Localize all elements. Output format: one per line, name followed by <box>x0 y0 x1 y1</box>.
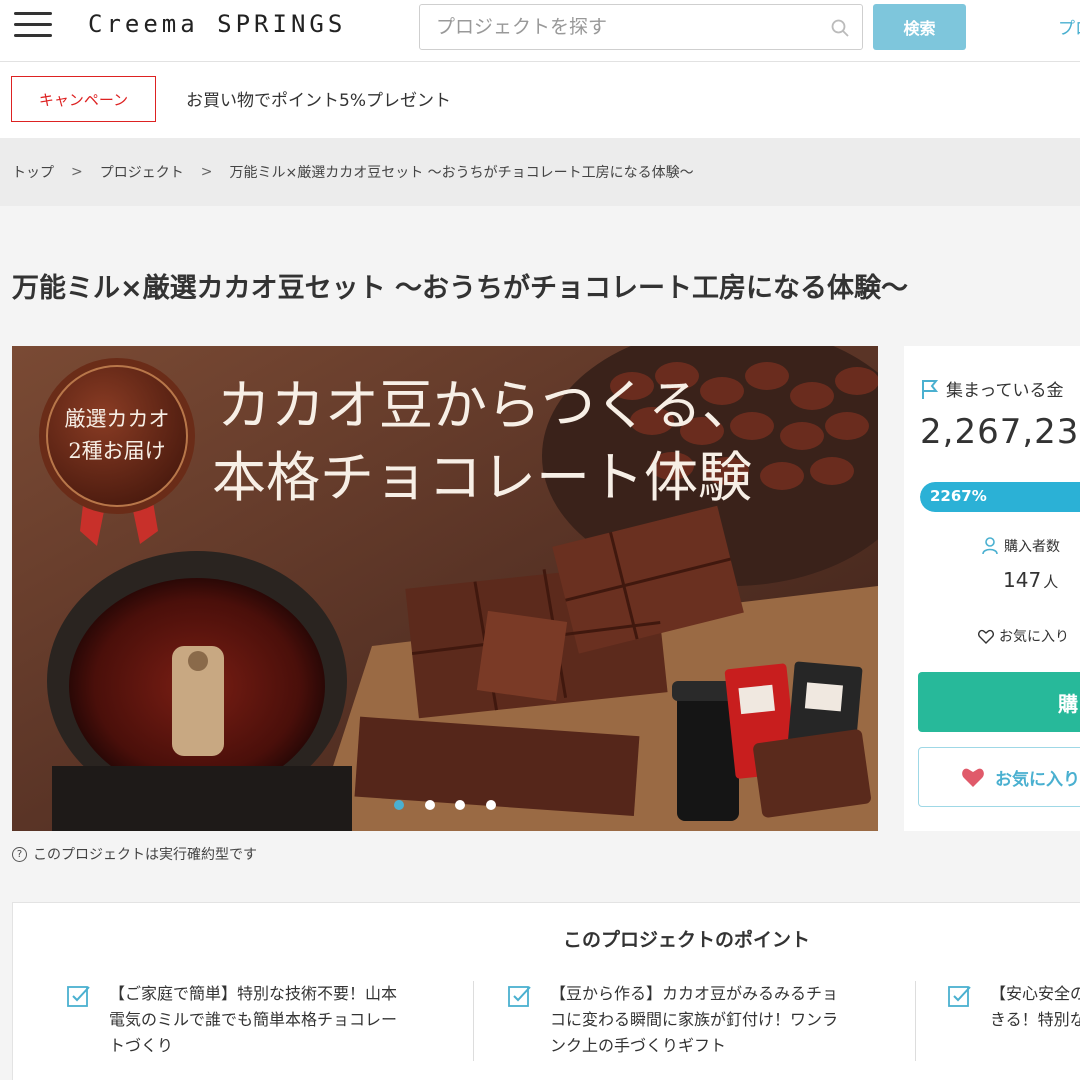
menu-icon[interactable] <box>14 12 52 42</box>
progress-bar: 2267% <box>920 482 1080 512</box>
breadcrumb-projects[interactable]: プロジェクト <box>100 162 184 182</box>
person-icon <box>982 537 998 555</box>
header: Creema SPRINGS 検索 プロ <box>0 0 1080 62</box>
hero-badge-line2: 2種お届け <box>68 439 165 463</box>
hero-headline-line1: カカオ豆からつくる、 <box>217 374 756 437</box>
checkbox-icon <box>948 986 971 1007</box>
favorite-count: お気に入り <box>978 626 1069 646</box>
carousel-dot <box>486 800 496 810</box>
buy-button[interactable]: 購 <box>918 672 1080 732</box>
buyers-label-text: 購入者数 <box>1004 539 1060 555</box>
divider <box>473 981 474 1061</box>
breadcrumb-separator: > <box>71 164 83 180</box>
checkbox-icon <box>508 986 531 1007</box>
breadcrumb-top[interactable]: トップ <box>12 162 54 182</box>
breadcrumb-separator: > <box>200 164 213 180</box>
raised-label-text: 集まっている金 <box>946 381 1064 401</box>
hero-carousel[interactable]: 厳選カカオ 2種お届け カカオ豆からつくる、 本格チョコレート体験 <box>12 346 878 831</box>
point-item: 【豆から作る】カカオ豆がみるみるチョ コに変わる瞬間に家族が釘付け！ワンラ ンク… <box>508 981 880 1059</box>
search-button[interactable]: 検索 <box>873 4 966 50</box>
project-points: このプロジェクトのポイント 【ご家庭で簡単】特別な技術不要！山本 電気のミルで誰… <box>12 902 1080 1080</box>
commitment-note: ? このプロジェクトは実行確約型です <box>12 844 257 864</box>
breadcrumb-current: 万能ミル×厳選カカオ豆セット ～おうちがチョコレート工房になる体験～ <box>229 165 694 181</box>
divider <box>915 981 916 1061</box>
carousel-dot <box>425 800 435 810</box>
buyers-count-value: 147 <box>1003 568 1042 592</box>
campaign-bar: キャンペーン お買い物でポイント5%プレゼント <box>0 62 1080 138</box>
campaign-badge[interactable]: キャンペーン <box>11 76 156 122</box>
question-icon[interactable]: ? <box>12 846 27 862</box>
search-box <box>419 4 863 50</box>
buyers-label: 購入者数 <box>982 536 1060 556</box>
header-project-link[interactable]: プロ <box>1058 14 1080 39</box>
breadcrumb: トップ > プロジェクト > 万能ミル×厳選カカオ豆セット ～おうちがチョコレー… <box>0 138 1080 206</box>
raised-amount: 2,267,232 <box>920 412 1080 452</box>
point-text: 【豆から作る】カカオ豆がみるみるチョ コに変わる瞬間に家族が釘付け！ワンラ ンク… <box>550 984 839 1055</box>
point-text: 【安心安全の きる！特別な <box>990 984 1080 1029</box>
heart-outline-icon <box>978 629 994 644</box>
point-text: 【ご家庭で簡単】特別な技術不要！山本 電気のミルで誰でも簡単本格チョコレー トづ… <box>109 984 398 1055</box>
hero-headline-line2: 本格チョコレート体験 <box>212 446 752 509</box>
commitment-note-text: このプロジェクトは実行確約型です <box>33 847 257 863</box>
buyers-count: 147 人 <box>1003 568 1058 592</box>
raised-label: 集まっている金 <box>920 376 1063 401</box>
carousel-dot <box>394 800 404 810</box>
funding-panel: 集まっている金 2,267,232 2267% 購入者数 147人 お気に入り … <box>904 346 1080 831</box>
search-input[interactable] <box>420 5 810 49</box>
point-item: 【安心安全の きる！特別な <box>948 981 1080 1033</box>
favorite-button-label: お気に入り <box>995 769 1080 790</box>
progress-percent: 2267% <box>930 487 987 505</box>
heart-icon <box>962 768 984 787</box>
hero-image: 厳選カカオ 2種お届け カカオ豆からつくる、 本格チョコレート体験 <box>12 346 878 831</box>
points-title: このプロジェクトのポイント <box>563 929 811 951</box>
favorite-button[interactable]: お気に入り <box>918 747 1080 807</box>
page-title: 万能ミル×厳選カカオ豆セット ～おうちがチョコレート工房になる体験～ <box>12 273 909 304</box>
point-item: 【ご家庭で簡単】特別な技術不要！山本 電気のミルで誰でも簡単本格チョコレー トづ… <box>67 981 439 1059</box>
hero-badge-line1: 厳選カカオ <box>65 407 170 431</box>
flag-icon <box>922 379 939 399</box>
buyers-unit: 人 <box>1043 573 1059 591</box>
site-logo[interactable]: Creema SPRINGS <box>88 10 346 38</box>
carousel-dot <box>455 800 465 810</box>
favorite-count-label: お気に入り <box>999 629 1069 645</box>
search-icon[interactable] <box>830 18 850 38</box>
campaign-text[interactable]: お買い物でポイント5%プレゼント <box>186 86 451 111</box>
checkbox-icon <box>67 986 90 1007</box>
